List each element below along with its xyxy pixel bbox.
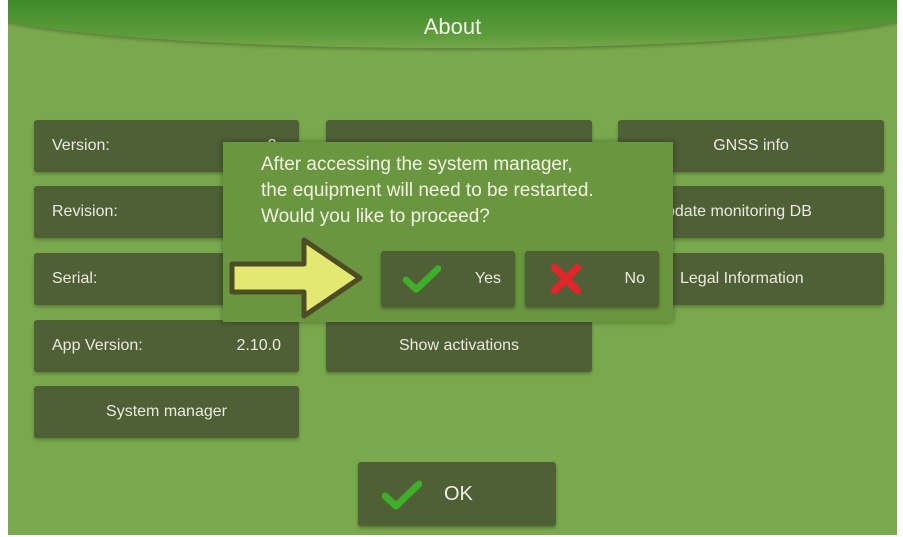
about-screen: About Version: 2. Revision: a Serial: Ap… [8,0,897,535]
yes-button[interactable]: Yes [381,251,515,307]
yes-label: Yes [474,270,501,287]
no-button[interactable]: No [525,251,659,307]
system-manager-button[interactable]: System manager [34,386,299,438]
revision-label: Revision: [52,203,118,220]
dialog-message-line: Would you like to proceed? [261,206,490,227]
ok-label: OK [444,483,473,505]
dialog-message: After accessing the system manager, the … [261,152,661,230]
serial-label: Serial: [52,270,98,287]
arrow-right-icon [229,237,363,319]
page-title: About [423,14,482,39]
dialog-message-line: After accessing the system manager, [261,154,573,175]
show-activations-button[interactable]: Show activations [326,320,592,372]
check-icon [382,480,422,510]
app-version-field: App Version: 2.10.0 [34,320,299,372]
version-label: Version: [52,137,110,154]
x-icon [550,264,582,294]
app-version-label: App Version: [52,337,143,354]
no-label: No [624,270,645,287]
dialog-message-line: the equipment will need to be restarted. [261,180,594,201]
app-version-value: 2.10.0 [236,337,281,354]
check-icon [403,265,441,293]
ok-button[interactable]: OK [358,462,556,526]
